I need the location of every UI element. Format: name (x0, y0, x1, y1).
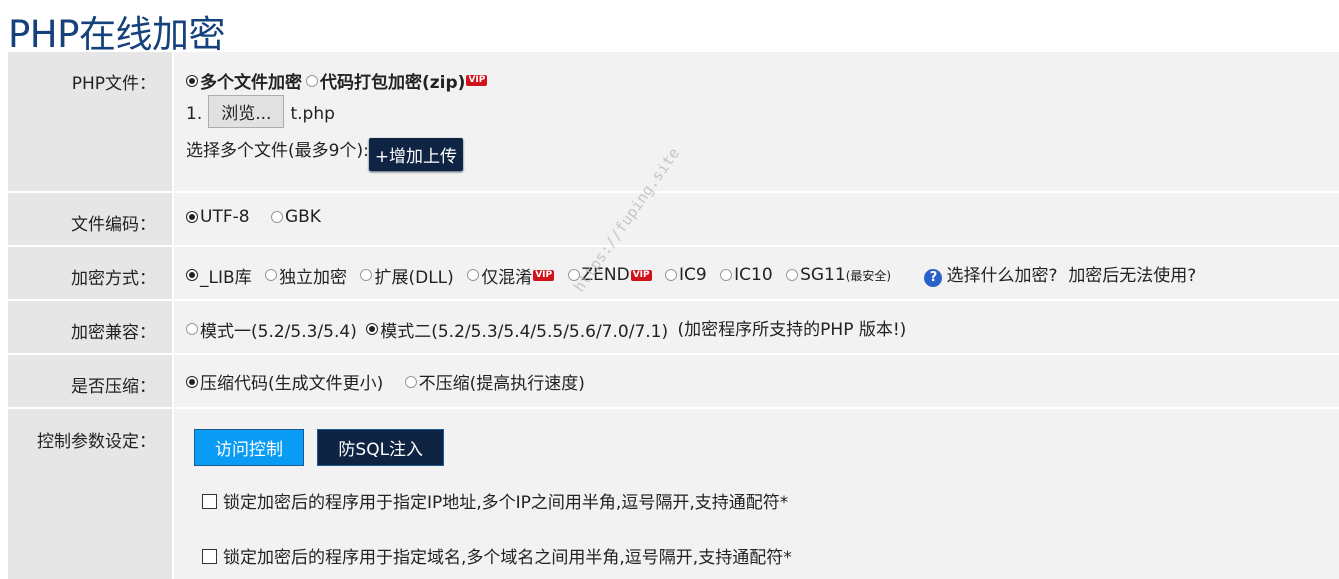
radio-standalone[interactable]: 独立加密 (265, 263, 347, 288)
radio-mode2[interactable]: 模式二(5.2/5.3/5.4/5.5/5.6/7.0/7.1) (366, 317, 668, 342)
radio-mode1[interactable]: 模式一(5.2/5.3/5.4) (186, 317, 357, 342)
page-title: PHP在线加密 (8, 13, 225, 56)
help-link-which[interactable]: 选择什么加密? (946, 266, 1057, 286)
radio-lib[interactable]: _LIB库 (186, 263, 252, 288)
compat-note: (加密程序所支持的PHP 版本!) (677, 320, 907, 340)
row-encoding: 文件编码： UTF-8 GBK (8, 193, 1339, 247)
file-name: t.php (290, 104, 335, 124)
tab-access-control[interactable]: 访问控制 (194, 429, 304, 466)
radio-multi-file[interactable]: 多个文件加密 (186, 68, 302, 93)
radio-gbk[interactable]: GBK (270, 207, 321, 227)
radio-utf8[interactable]: UTF-8 (186, 207, 250, 227)
row-php-file: PHP文件： 多个文件加密 代码打包加密(zip) VIP 1. 浏览... t.php… (8, 52, 1339, 193)
row-compat: 加密兼容： 模式一(5.2/5.3/5.4) 模式二(5.2/5.3/5.4/5… (8, 301, 1339, 355)
row-control: 控制参数设定： 访问控制 防SQL注入 锁定加密后的程序用于指定IP地址,多个I… (8, 409, 1339, 579)
row-compress: 是否压缩： 压缩代码(生成文件更小) 不压缩(提高执行速度) (8, 355, 1339, 409)
browse-button[interactable]: 浏览... (208, 95, 285, 128)
add-upload-button[interactable]: +增加上传 (368, 138, 464, 171)
radio-zip[interactable]: 代码打包加密(zip) VIP (306, 68, 488, 93)
select-hint: 选择多个文件(最多9个): (186, 141, 369, 161)
label: 是否压缩： (8, 355, 174, 407)
radio-ic9[interactable]: IC9 (665, 265, 707, 285)
radio-compress[interactable]: 压缩代码(生成文件更小) (186, 369, 383, 394)
radio-obfuscate[interactable]: 仅混淆 VIP (467, 263, 555, 288)
file-index: 1. (186, 104, 203, 124)
row-method: 加密方式： _LIB库 独立加密 扩展(DLL) 仅混淆 VIP ZEND VIP … (8, 247, 1339, 301)
radio-ic10[interactable]: IC10 (720, 265, 773, 285)
help-link-fail[interactable]: 加密后无法使用? (1068, 266, 1196, 286)
radio-dll[interactable]: 扩展(DLL) (360, 263, 454, 288)
lock-domain-checkbox[interactable] (202, 549, 217, 564)
lock-ip-label: 锁定加密后的程序用于指定IP地址,多个IP之间用半角,逗号隔开,支持通配符* (223, 493, 789, 513)
radio-no-compress[interactable]: 不压缩(提高执行速度) (404, 369, 585, 394)
help-icon[interactable]: ? (924, 269, 943, 287)
encrypt-form: PHP文件： 多个文件加密 代码打包加密(zip) VIP 1. 浏览... t.php… (8, 52, 1339, 579)
label: 控制参数设定： (8, 409, 174, 579)
label: PHP文件： (8, 52, 174, 191)
label: 加密兼容： (8, 301, 174, 353)
lock-domain-label: 锁定加密后的程序用于指定域名,多个域名之间用半角,逗号隔开,支持通配符* (223, 548, 792, 568)
tab-anti-sql[interactable]: 防SQL注入 (317, 429, 445, 466)
lock-ip-checkbox[interactable] (202, 494, 217, 509)
vip-badge: VIP (466, 75, 488, 86)
radio-zend[interactable]: ZEND VIP (567, 265, 652, 285)
label: 加密方式： (8, 247, 174, 299)
label: 文件编码： (8, 193, 174, 245)
radio-sg11[interactable]: SG11 (最安全) (786, 265, 891, 285)
